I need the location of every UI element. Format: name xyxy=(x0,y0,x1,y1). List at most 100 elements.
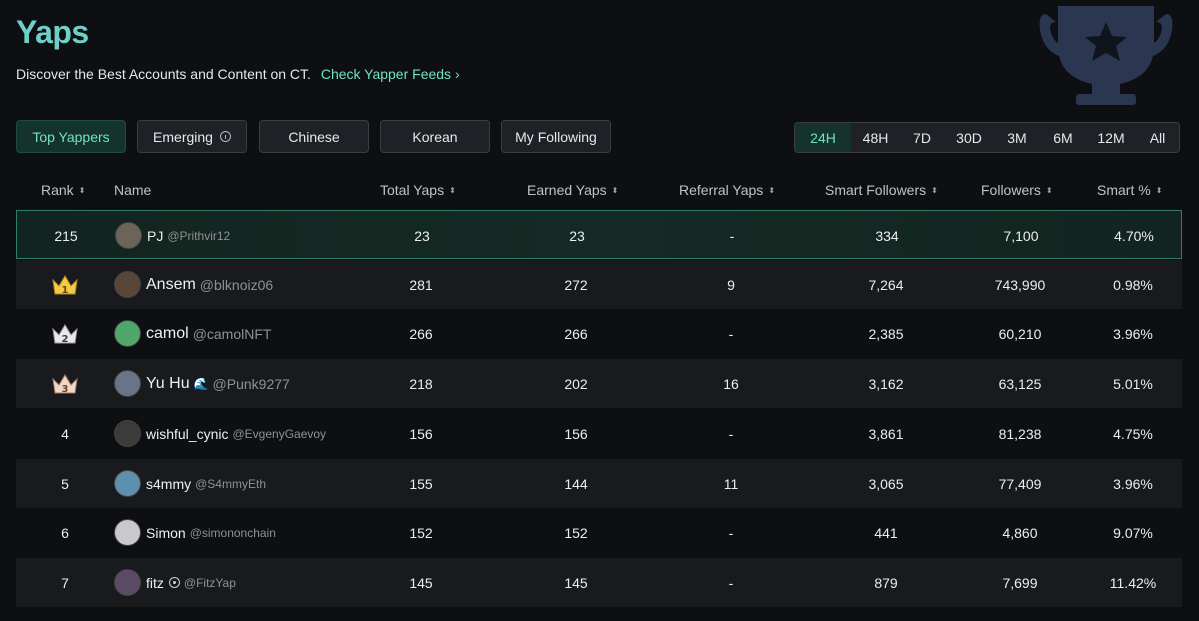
user-handle[interactable]: @Prithvir12 xyxy=(167,229,230,243)
total-yaps-cell: 23 xyxy=(414,227,430,244)
user-name[interactable]: Ansem xyxy=(146,276,196,294)
user-name[interactable]: PJ xyxy=(147,228,163,244)
earned-yaps-cell: 272 xyxy=(564,276,588,293)
wave-emoji-icon: 🌊 xyxy=(193,376,209,391)
table-row[interactable]: 6 Simon @simononchain 152 152 - 441 4,86… xyxy=(16,508,1182,557)
user-name[interactable]: camol xyxy=(146,325,189,343)
filter-top-yappers[interactable]: Top Yappers xyxy=(16,120,126,153)
referral-yaps-cell: 16 xyxy=(723,375,739,392)
col-rank[interactable]: Rank ⬍ xyxy=(41,182,85,198)
table-row-self[interactable]: 215 PJ @Prithvir12 23 23 - 334 7,100 4.7… xyxy=(16,210,1182,259)
earned-yaps-cell: 23 xyxy=(569,227,585,244)
col-smart-followers[interactable]: Smart Followers ⬍ xyxy=(825,182,938,198)
gold-crown-icon: 1 xyxy=(52,274,78,296)
referral-yaps-cell: 11 xyxy=(723,475,739,492)
time-period-selector: 24H 48H 7D 30D 3M 6M 12M All xyxy=(794,122,1180,153)
user-handle[interactable]: @FitzYap xyxy=(184,576,236,590)
yapper-feeds-link[interactable]: Check Yapper Feeds › xyxy=(321,66,460,82)
info-icon[interactable] xyxy=(219,131,231,142)
period-6m[interactable]: 6M xyxy=(1040,123,1086,152)
filter-korean[interactable]: Korean xyxy=(380,120,490,153)
table-row[interactable]: 3 Yu Hu 🌊 @Punk9277 218 202 16 3,162 63,… xyxy=(16,359,1182,408)
name-cell: Yu Hu 🌊 @Punk9277 xyxy=(114,359,374,408)
page-subtitle: Discover the Best Accounts and Content o… xyxy=(16,66,460,82)
followers-cell: 7,100 xyxy=(1003,227,1039,244)
user-handle[interactable]: @EvgenyGaevoy xyxy=(232,427,326,441)
smart-followers-cell: 441 xyxy=(874,524,898,541)
earned-yaps-cell: 144 xyxy=(564,475,588,492)
crown-rank: 1 xyxy=(62,285,69,296)
avatar[interactable] xyxy=(114,320,141,347)
col-referral-yaps[interactable]: Referral Yaps ⬍ xyxy=(679,182,775,198)
sort-icon: ⬍ xyxy=(1045,186,1053,195)
smart-pct-cell: 5.01% xyxy=(1113,375,1153,392)
rank-cell: 7 xyxy=(61,574,69,591)
smart-pct-cell: 4.70% xyxy=(1114,227,1154,244)
user-name[interactable]: fitz xyxy=(146,575,164,591)
period-all[interactable]: All xyxy=(1136,123,1179,152)
period-30d[interactable]: 30D xyxy=(944,123,994,152)
referral-yaps-cell: 9 xyxy=(727,276,735,293)
user-handle[interactable]: @simononchain xyxy=(190,526,276,540)
smart-pct-cell: 3.96% xyxy=(1113,325,1153,342)
table-row[interactable]: 5 s4mmy @S4mmyEth 155 144 11 3,065 77,40… xyxy=(16,459,1182,508)
avatar[interactable] xyxy=(114,569,141,596)
avatar[interactable] xyxy=(114,370,141,397)
period-48h[interactable]: 48H xyxy=(851,123,900,152)
col-followers[interactable]: Followers ⬍ xyxy=(981,182,1053,198)
smart-followers-cell: 3,162 xyxy=(868,375,904,392)
followers-cell: 743,990 xyxy=(994,276,1046,293)
sort-icon: ⬍ xyxy=(78,186,86,195)
smart-pct-cell: 0.98% xyxy=(1113,276,1153,293)
table-row[interactable]: 2 camol @camolNFT 266 266 - 2,385 60,210… xyxy=(16,309,1182,358)
bronze-crown-icon: 3 xyxy=(52,373,78,395)
followers-cell: 60,210 xyxy=(998,325,1042,342)
sort-icon: ⬍ xyxy=(611,186,619,195)
period-3m[interactable]: 3M xyxy=(994,123,1040,152)
total-yaps-cell: 156 xyxy=(409,425,433,442)
period-12m[interactable]: 12M xyxy=(1086,123,1136,152)
filter-my-following[interactable]: My Following xyxy=(501,120,611,153)
smart-pct-cell: 9.07% xyxy=(1113,524,1153,541)
avatar[interactable] xyxy=(114,420,141,447)
filter-chinese[interactable]: Chinese xyxy=(259,120,369,153)
user-name[interactable]: Simon xyxy=(146,525,186,541)
user-name[interactable]: Yu Hu xyxy=(146,375,190,393)
page-title: Yaps xyxy=(16,14,89,50)
user-handle[interactable]: @blknoiz06 xyxy=(200,277,273,293)
col-name: Name xyxy=(114,182,152,198)
name-cell: fitz @FitzYap xyxy=(114,558,374,607)
name-cell: s4mmy @S4mmyEth xyxy=(114,459,374,508)
crown-rank: 2 xyxy=(62,334,69,345)
user-handle[interactable]: @S4mmyEth xyxy=(195,477,266,491)
earned-yaps-cell: 152 xyxy=(564,524,588,541)
user-name[interactable]: s4mmy xyxy=(146,476,191,492)
user-name[interactable]: wishful_cynic xyxy=(146,426,228,442)
col-earned-yaps[interactable]: Earned Yaps ⬍ xyxy=(527,182,618,198)
name-cell: wishful_cynic @EvgenyGaevoy xyxy=(114,409,374,458)
avatar[interactable] xyxy=(114,271,141,298)
referral-yaps-cell: - xyxy=(728,425,734,442)
earned-yaps-cell: 145 xyxy=(564,574,588,591)
period-24h[interactable]: 24H xyxy=(795,123,851,152)
avatar[interactable] xyxy=(114,470,141,497)
table-row[interactable]: 1 Ansem @blknoiz06 281 272 9 7,264 743,9… xyxy=(16,260,1182,309)
rank-cell: 2 xyxy=(16,309,114,358)
smart-followers-cell: 3,065 xyxy=(868,475,904,492)
col-smart-pct[interactable]: Smart % ⬍ xyxy=(1097,182,1162,198)
smart-pct-cell: 11.42% xyxy=(1109,574,1157,591)
referral-yaps-cell: - xyxy=(729,227,735,244)
referral-yaps-cell: - xyxy=(728,325,734,342)
table-row[interactable]: 7 fitz @FitzYap 145 145 - 879 7,699 11.4… xyxy=(16,558,1182,607)
col-total-yaps[interactable]: Total Yaps ⬍ xyxy=(380,182,456,198)
user-handle[interactable]: @camolNFT xyxy=(193,326,272,342)
crown-rank: 3 xyxy=(62,384,69,395)
user-handle[interactable]: @Punk9277 xyxy=(213,376,290,392)
avatar[interactable] xyxy=(114,519,141,546)
table-row[interactable]: 4 wishful_cynic @EvgenyGaevoy 156 156 - … xyxy=(16,409,1182,458)
earned-yaps-cell: 156 xyxy=(564,425,588,442)
avatar[interactable] xyxy=(115,222,142,249)
trophy-icon xyxy=(1039,6,1173,105)
filter-emerging[interactable]: Emerging xyxy=(137,120,247,153)
period-7d[interactable]: 7D xyxy=(900,123,944,152)
